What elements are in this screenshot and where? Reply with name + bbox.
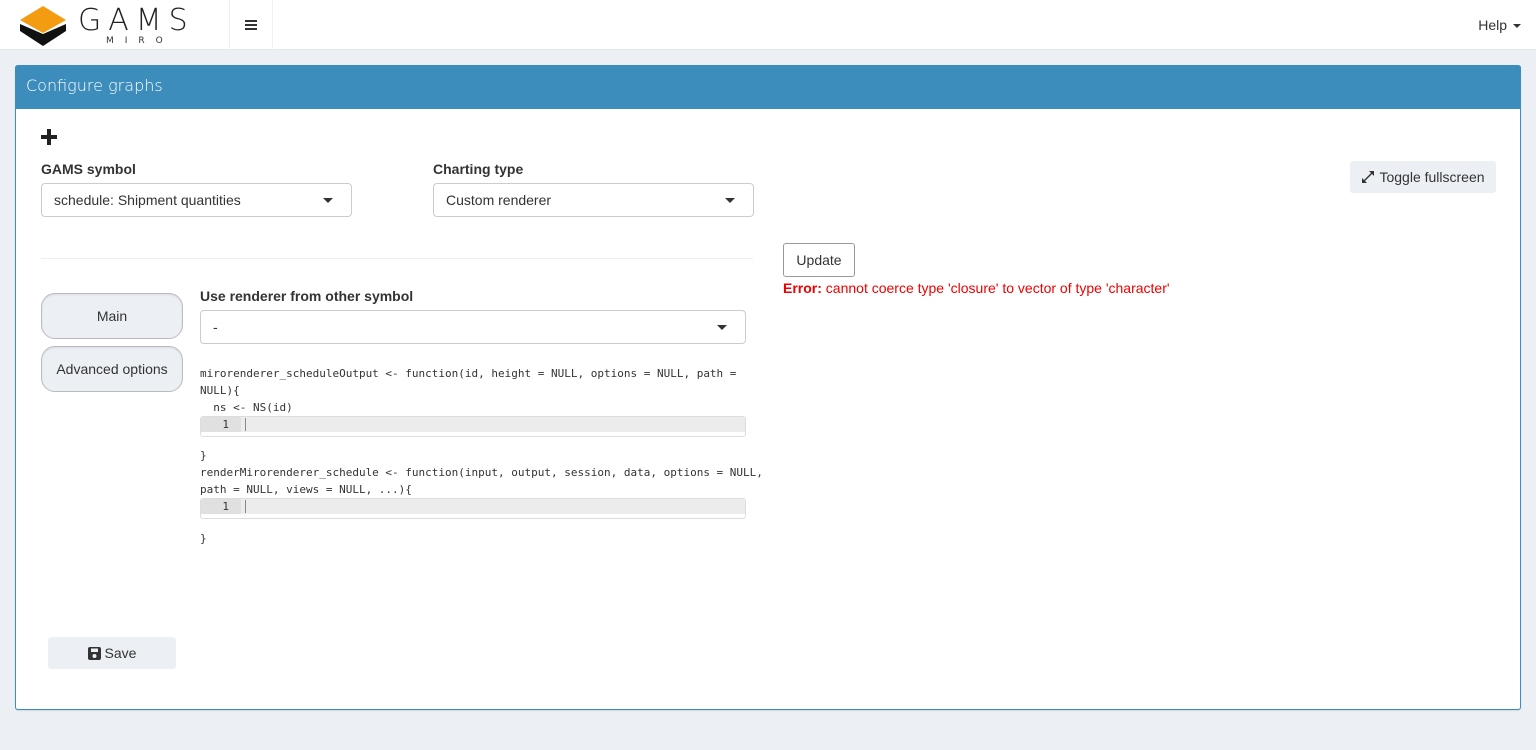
gams-symbol-label: GAMS symbol (41, 161, 136, 177)
chevron-down-icon (323, 198, 333, 203)
gams-symbol-value: schedule: Shipment quantities (54, 192, 241, 208)
update-label: Update (796, 252, 842, 268)
divider (41, 258, 753, 259)
tab-advanced-options[interactable]: Advanced options (41, 346, 183, 392)
top-navbar: GAMS MIRO Help (0, 0, 1536, 50)
error-prefix: Error: (783, 280, 822, 296)
gams-logo-icon (20, 6, 66, 46)
renderer-symbol-value: - (213, 319, 218, 335)
toggle-fullscreen-label: Toggle fullscreen (1379, 169, 1485, 185)
render-code-editor[interactable]: 1 (200, 498, 746, 519)
error-text: cannot coerce type 'closure' to vector o… (821, 280, 1170, 296)
toggle-fullscreen-button[interactable]: Toggle fullscreen (1350, 161, 1496, 193)
charting-type-select[interactable]: Custom renderer (433, 183, 754, 217)
plus-icon[interactable] (41, 129, 57, 145)
editor-line[interactable] (241, 417, 745, 432)
box-header: Configure graphs (15, 65, 1521, 109)
expand-icon (1362, 171, 1375, 183)
output-code-editor[interactable]: 1 (200, 416, 746, 437)
charting-type-label: Charting type (433, 161, 524, 177)
renderer-symbol-label: Use renderer from other symbol (200, 288, 414, 304)
save-label: Save (104, 645, 137, 661)
renderer-symbol-select[interactable]: - (200, 310, 746, 344)
tab-advanced-label: Advanced options (56, 361, 168, 377)
sidebar-toggle-button[interactable] (229, 0, 273, 50)
help-label: Help (1478, 17, 1507, 33)
tab-main-label: Main (96, 308, 128, 324)
output-function-close: } (200, 449, 207, 462)
logo-subtext: MIRO (106, 36, 174, 46)
gams-symbol-select[interactable]: schedule: Shipment quantities (41, 183, 352, 217)
render-function-close: } (200, 532, 207, 545)
line-number: 1 (201, 499, 241, 514)
save-button[interactable]: Save (48, 637, 176, 669)
hamburger-icon (245, 20, 257, 30)
gams-miro-logo[interactable]: GAMS MIRO (16, 2, 216, 48)
caret-down-icon (1513, 24, 1521, 28)
chevron-down-icon (717, 325, 727, 330)
tab-main[interactable]: Main (41, 293, 183, 339)
help-menu[interactable]: Help (1478, 0, 1521, 50)
update-button[interactable]: Update (783, 243, 855, 277)
line-number: 1 (201, 417, 241, 432)
logo-text: GAMS (78, 3, 195, 38)
text-cursor (245, 500, 246, 513)
box-title: Configure graphs (26, 76, 163, 95)
output-function-header: mirorenderer_scheduleOutput <- function(… (200, 367, 737, 397)
error-message: Error: cannot coerce type 'closure' to v… (783, 280, 1170, 296)
text-cursor (245, 418, 246, 431)
configure-graphs-box: Configure graphs GAMS symbol schedule: S… (15, 65, 1521, 710)
save-icon (87, 646, 101, 660)
editor-line[interactable] (241, 499, 745, 514)
render-function-header: renderMirorenderer_schedule <- function(… (200, 466, 763, 496)
output-function-body: ns <- NS(id) (200, 401, 293, 414)
charting-type-value: Custom renderer (446, 192, 552, 208)
chevron-down-icon (725, 198, 735, 203)
